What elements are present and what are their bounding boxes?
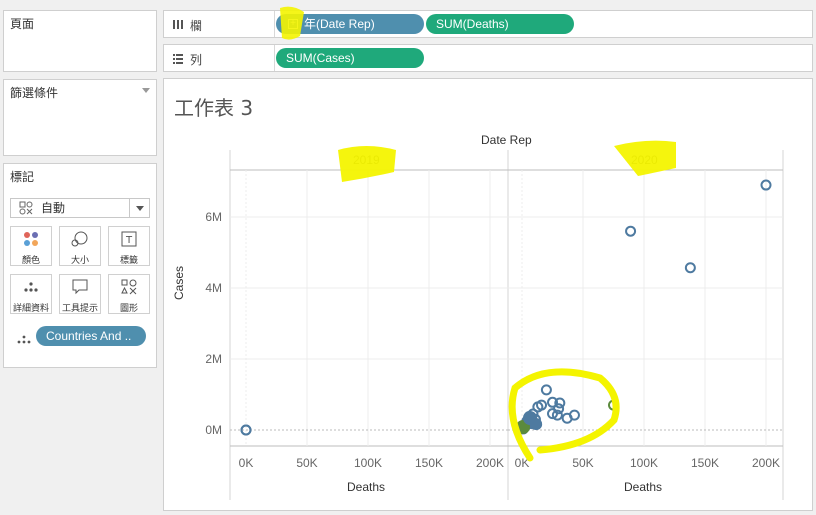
pane-2019-label: 2019 xyxy=(353,153,380,167)
pages-title: 頁面 xyxy=(10,17,35,31)
rows-shelf[interactable]: 列 SUM(Cases) xyxy=(163,44,813,72)
label-icon: T xyxy=(109,231,149,253)
detail-pill[interactable]: Countries And .. xyxy=(36,326,146,346)
color-icon xyxy=(11,231,51,253)
sheet-title: 工作表 3 xyxy=(174,96,254,120)
color-label: 顏色 xyxy=(21,256,40,266)
tooltip-icon xyxy=(60,279,100,301)
columns-label: 欄 xyxy=(190,19,203,33)
size-icon xyxy=(60,231,100,253)
columns-shelf[interactable]: 欄 + 年(Date Rep) SUM(Deaths) xyxy=(163,10,813,38)
detail-icon xyxy=(11,279,51,301)
tooltip-button[interactable]: 工具提示 xyxy=(59,274,101,314)
mark-type-dropdown[interactable]: 自動 xyxy=(10,198,150,218)
x-axis-title-2020: Deaths xyxy=(624,480,663,494)
label-label: 標籤 xyxy=(119,256,138,266)
y-axis-title: Cases xyxy=(172,265,186,300)
shape-button[interactable]: 圖形 xyxy=(108,274,150,314)
rows-icon xyxy=(172,52,184,67)
shape-label: 圖形 xyxy=(119,304,138,314)
size-button[interactable]: 大小 xyxy=(59,226,101,266)
column-header-title: Date Rep xyxy=(481,133,532,147)
detail-button[interactable]: 詳細資料 xyxy=(10,274,52,314)
year-date-pill[interactable]: + 年(Date Rep) xyxy=(276,14,424,34)
columns-icon xyxy=(172,18,184,33)
expand-icon[interactable]: + xyxy=(288,19,298,29)
svg-text:T: T xyxy=(125,235,133,246)
marks-card: 標記 自動 顏色 大小 T 標籤 詳細資料 工具提示 圖形 Countries … xyxy=(3,163,157,368)
sum-cases-pill[interactable]: SUM(Cases) xyxy=(276,48,424,68)
shape-icon xyxy=(109,279,149,301)
filters-card[interactable]: 篩選條件 xyxy=(3,79,157,156)
filters-title: 篩選條件 xyxy=(10,86,59,100)
sum-deaths-pill[interactable]: SUM(Deaths) xyxy=(426,14,574,34)
chevron-down-icon xyxy=(129,199,149,217)
filters-dropdown-icon[interactable] xyxy=(142,88,150,93)
tooltip-label: 工具提示 xyxy=(61,304,98,314)
pages-card[interactable]: 頁面 xyxy=(3,10,157,72)
label-button[interactable]: T 標籤 xyxy=(108,226,150,266)
mark-type-value: 自動 xyxy=(41,201,66,215)
rows-label: 列 xyxy=(190,53,203,67)
shape-auto-icon xyxy=(19,201,33,215)
color-button[interactable]: 顏色 xyxy=(10,226,52,266)
pane-2020-label: 2020 xyxy=(631,153,658,167)
size-label: 大小 xyxy=(70,256,89,266)
x-axis-title-2019: Deaths xyxy=(347,480,386,494)
detail-label: 詳細資料 xyxy=(12,304,49,314)
marks-title: 標記 xyxy=(10,170,35,184)
detail-icon xyxy=(16,330,32,349)
